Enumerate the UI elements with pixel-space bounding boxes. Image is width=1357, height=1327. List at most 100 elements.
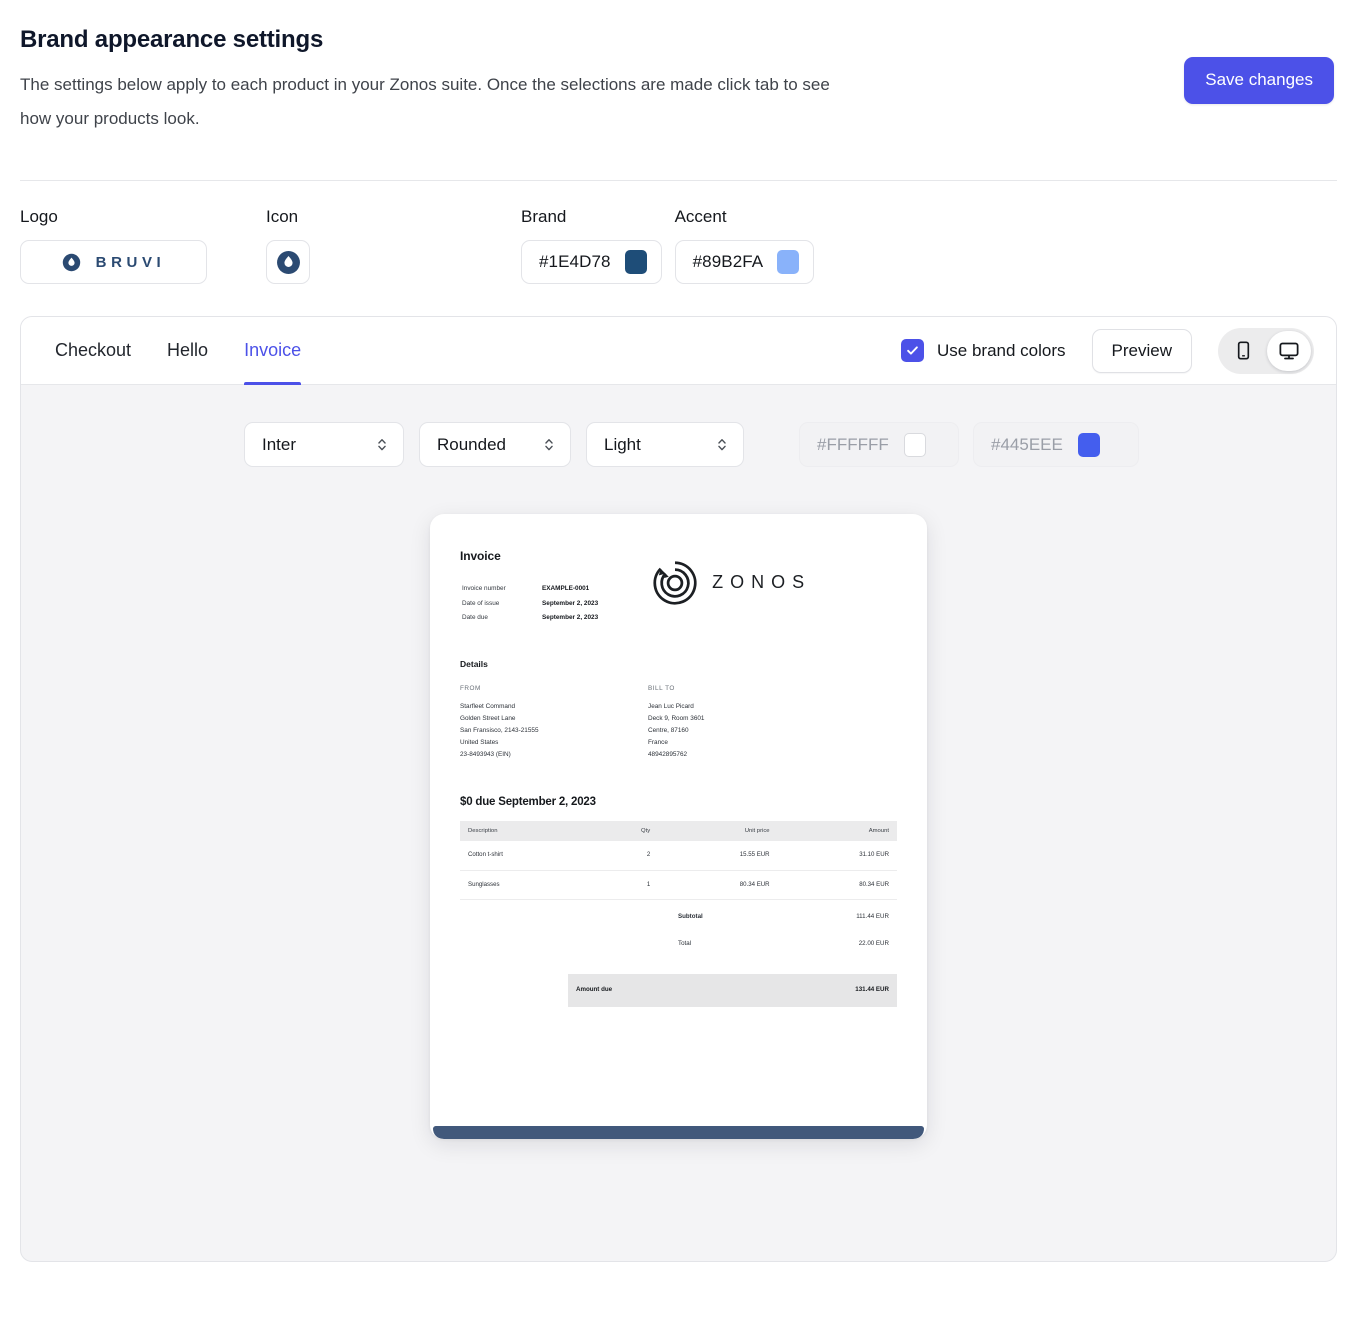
- totals-row-total: Total 22.00 EUR: [460, 931, 897, 958]
- column-header-description: Description: [460, 820, 593, 841]
- total-value: 22.00 EUR: [858, 940, 889, 948]
- bill-to-line: Jean Luc Picard: [648, 703, 694, 711]
- bill-to-address-column: BILL TO Jean Luc Picard Deck 9, Room 360…: [648, 683, 836, 760]
- invoice-brand-footer-bar: [433, 1126, 924, 1139]
- chevron-updown-icon: [545, 439, 553, 451]
- desktop-view-button[interactable]: [1267, 330, 1311, 371]
- preview-toolbar: Checkout Hello Invoice Use brand colors …: [21, 317, 1336, 385]
- from-line: Starfleet Command: [460, 703, 516, 711]
- chevron-updown-icon: [718, 439, 726, 451]
- droplet-circle-icon: [62, 253, 80, 271]
- meta-row: Invoice number EXAMPLE-0001: [462, 583, 598, 596]
- invoice-header: Invoice Invoice number EXAMPLE-0001 Date…: [460, 546, 897, 627]
- brand-color-label: Brand: [521, 207, 567, 226]
- device-view-toggle: [1218, 327, 1314, 374]
- bill-to-line: Centre, 87160: [648, 726, 689, 734]
- accent-color-input[interactable]: #89B2FA: [674, 240, 815, 284]
- background-color-input: #FFFFFF: [799, 422, 959, 467]
- totals-spacer: [460, 904, 568, 931]
- mobile-icon: [1237, 341, 1249, 360]
- logo-wordmark: BRUVI: [95, 253, 166, 271]
- page-subtitle: The settings below apply to each product…: [20, 75, 830, 128]
- brand-color-value: #1E4D78: [539, 252, 611, 271]
- brand-settings-row: Logo BRUVI Icon Brand #1E4D78 Accent #89…: [20, 181, 1337, 284]
- invoice-document: Invoice Invoice number EXAMPLE-0001 Date…: [430, 514, 927, 1139]
- column-header-amount: Amount: [777, 820, 897, 841]
- accent-color-swatch[interactable]: [777, 250, 800, 274]
- from-line: San Fransisco, 2143-21555: [460, 726, 539, 734]
- preview-panel: Checkout Hello Invoice Use brand colors …: [20, 316, 1337, 1262]
- cell-qty: 2: [592, 840, 659, 871]
- background-color-swatch: [903, 432, 926, 457]
- droplet-circle-icon: [276, 250, 300, 274]
- subtotal-value: 111.44 EUR: [856, 913, 889, 921]
- theme-select[interactable]: Light: [586, 422, 744, 467]
- totals-row-amount-due: Amount due 131.44 EUR: [460, 973, 897, 1007]
- accent-color-field-group: Accent #89B2FA: [674, 207, 815, 284]
- background-color-value: #FFFFFF: [817, 434, 889, 454]
- meta-row: Date of issue September 2, 2023: [462, 598, 598, 611]
- chevron-updown-icon: [378, 439, 386, 451]
- page-root: Brand appearance settings The settings b…: [0, 0, 1357, 1327]
- preview-button[interactable]: Preview: [1091, 328, 1192, 373]
- primary-color-value: #445EEE: [991, 434, 1063, 454]
- zonos-mark-icon: [653, 561, 697, 605]
- shape-select[interactable]: Rounded: [419, 422, 571, 467]
- logo-upload-box[interactable]: BRUVI: [20, 240, 207, 284]
- from-heading: FROM: [460, 684, 481, 692]
- meta-key: Date of issue: [462, 599, 500, 607]
- font-select-value: Inter: [262, 434, 297, 454]
- cell-amount: 31.10 EUR: [777, 840, 897, 871]
- amount-due-heading: $0 due September 2, 2023: [460, 796, 596, 809]
- meta-row: Date due September 2, 2023: [462, 612, 598, 625]
- primary-color-swatch: [1077, 432, 1100, 457]
- amount-due-value: 131.44 EUR: [812, 973, 897, 1007]
- totals-row-subtotal: Subtotal 111.44 EUR: [460, 904, 897, 931]
- from-address-column: FROM Starfleet Command Golden Street Lan…: [460, 683, 648, 760]
- cell-amount: 80.34 EUR: [777, 870, 897, 901]
- accent-color-value: #89B2FA: [692, 252, 764, 271]
- from-line: United States: [460, 738, 499, 746]
- desktop-icon: [1279, 342, 1299, 359]
- mobile-view-button[interactable]: [1221, 331, 1265, 371]
- accent-color-label: Accent: [674, 207, 727, 226]
- use-brand-colors-toggle[interactable]: Use brand colors: [901, 339, 1066, 362]
- logo-label: Logo: [20, 207, 58, 226]
- use-brand-colors-checkbox[interactable]: [901, 339, 925, 362]
- primary-color-input: #445EEE: [973, 422, 1139, 467]
- invoice-totals-table: Subtotal 111.44 EUR Total 22.00 EUR Amou…: [460, 904, 897, 1007]
- tab-hello[interactable]: Hello: [167, 317, 208, 384]
- cell-description: Sunglasses: [460, 870, 593, 901]
- bill-to-line: Deck 9, Room 3601: [648, 715, 705, 723]
- zonos-wordmark: ZONOS: [712, 572, 812, 593]
- address-columns: FROM Starfleet Command Golden Street Lan…: [460, 683, 897, 760]
- preview-controls: Inter Rounded Light #FFFFFF #445EEE: [21, 385, 1336, 467]
- invoice-preview-area: Invoice Invoice number EXAMPLE-0001 Date…: [21, 467, 1336, 1139]
- invoice-title: Invoice: [460, 549, 501, 563]
- shape-select-value: Rounded: [437, 434, 507, 454]
- invoice-items-table: Description Qty Unit price Amount Cotton…: [460, 820, 897, 901]
- meta-value: September 2, 2023: [542, 599, 599, 607]
- tab-checkout[interactable]: Checkout: [55, 317, 131, 384]
- bill-to-heading: BILL TO: [648, 684, 675, 692]
- bill-to-line: France: [648, 738, 668, 746]
- font-select[interactable]: Inter: [244, 422, 404, 467]
- zonos-logo-lockup: ZONOS: [652, 560, 811, 606]
- preview-tabs: Checkout Hello Invoice: [55, 317, 302, 385]
- save-changes-button[interactable]: Save changes: [1184, 57, 1334, 104]
- totals-spacer: [460, 931, 568, 958]
- invoice-meta-block: Invoice Invoice number EXAMPLE-0001 Date…: [460, 546, 600, 627]
- table-row: Sunglasses 1 80.34 EUR 80.34 EUR: [460, 870, 897, 901]
- details-title: Details: [460, 659, 488, 670]
- cell-unit-price: 15.55 EUR: [658, 840, 778, 871]
- icon-upload-box[interactable]: [266, 240, 310, 284]
- tab-invoice[interactable]: Invoice: [244, 317, 302, 385]
- brand-color-input[interactable]: #1E4D78: [521, 240, 662, 284]
- brand-color-field-group: Brand #1E4D78: [521, 207, 662, 284]
- from-line: 23-8493943 (EIN): [460, 750, 511, 758]
- brand-color-swatch[interactable]: [624, 250, 647, 274]
- meta-value: September 2, 2023: [542, 614, 599, 622]
- subtotal-label: Subtotal: [678, 913, 703, 921]
- theme-select-value: Light: [604, 434, 641, 454]
- column-header-unit-price: Unit price: [658, 820, 778, 841]
